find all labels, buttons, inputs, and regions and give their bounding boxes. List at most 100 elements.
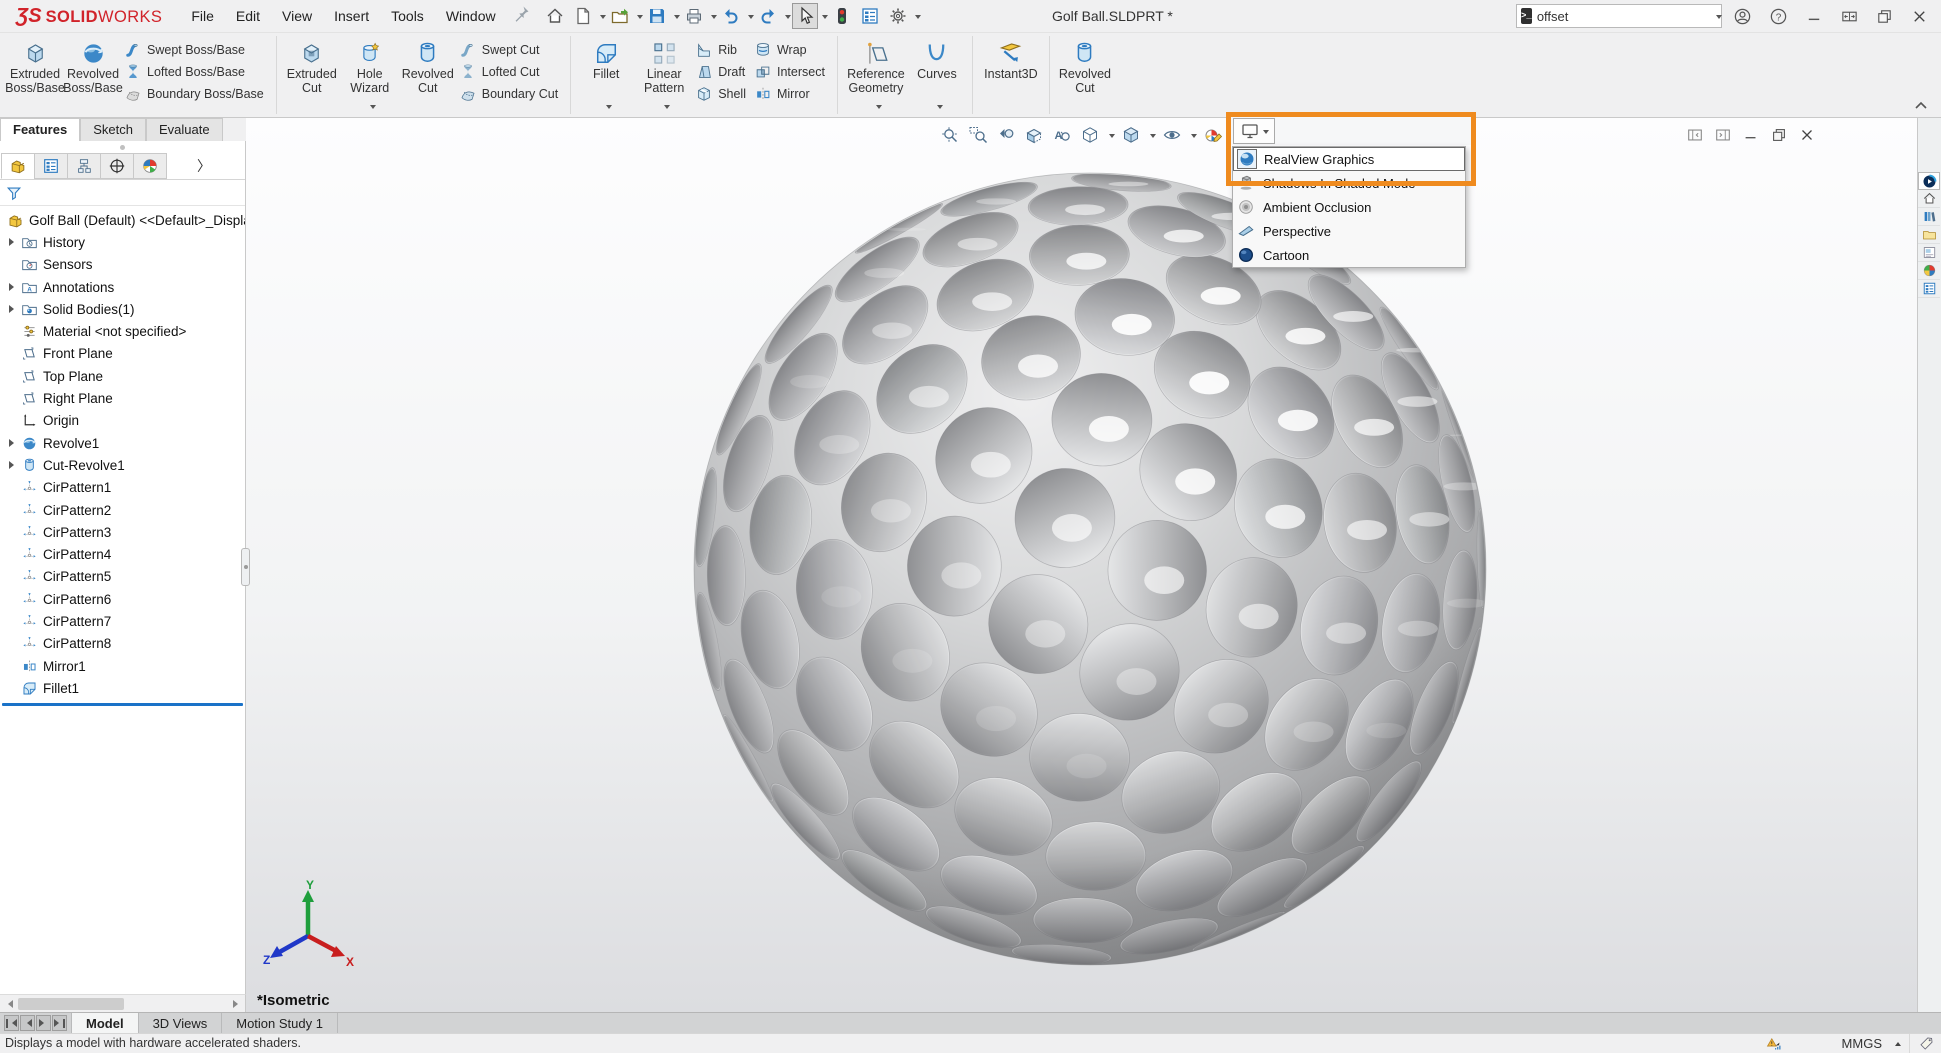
tab-motion-study-1[interactable]: Motion Study 1 xyxy=(222,1013,338,1033)
tree-item-history[interactable]: History xyxy=(0,231,245,253)
open-caret-icon[interactable] xyxy=(636,14,643,22)
restore-button[interactable] xyxy=(1872,4,1896,28)
tree-item-cirpattern8[interactable]: CirPattern8 xyxy=(0,633,245,655)
configuration-manager-tab[interactable] xyxy=(67,153,101,179)
tree-item-origin[interactable]: Origin xyxy=(0,410,245,432)
menu-item-cartoon[interactable]: Cartoon xyxy=(1233,243,1465,267)
options-button[interactable] xyxy=(885,3,911,29)
save-caret-icon[interactable] xyxy=(673,14,680,22)
menu-insert[interactable]: Insert xyxy=(323,1,380,31)
fillet-caret-icon[interactable] xyxy=(606,105,613,112)
dimxpert-manager-tab[interactable] xyxy=(100,153,134,179)
zoom-to-fit-button[interactable] xyxy=(938,123,962,147)
tree-item-front-plane[interactable]: Front Plane xyxy=(0,343,245,365)
undo-caret-icon[interactable] xyxy=(747,14,754,22)
pin-menu-icon[interactable] xyxy=(508,1,534,27)
units-selector[interactable]: MMGS xyxy=(1842,1036,1882,1051)
collapse-ribbon-chevron-icon[interactable] xyxy=(1913,99,1929,113)
collapse-left-pane-button[interactable] xyxy=(1683,124,1707,146)
scroll-left-icon[interactable] xyxy=(0,996,16,1012)
menu-window[interactable]: Window xyxy=(435,1,507,31)
revolved-boss-base-button[interactable]: Revolved Boss/Base xyxy=(63,37,123,115)
previous-view-button[interactable] xyxy=(994,123,1018,147)
menu-item-ambient-occlusion[interactable]: Ambient Occlusion xyxy=(1233,195,1465,219)
tree-item-solid-bodies[interactable]: Solid Bodies(1) xyxy=(0,298,245,320)
tree-item-sensors[interactable]: Sensors xyxy=(0,254,245,276)
select-caret-icon[interactable] xyxy=(821,14,828,22)
expand-manager-pane-icon[interactable]: 〉 xyxy=(194,153,214,179)
draft-button[interactable]: Draft xyxy=(693,61,752,83)
feature-manager-tab[interactable] xyxy=(1,153,35,179)
mirror-button[interactable]: Mirror xyxy=(752,83,831,105)
previous-study-button[interactable] xyxy=(20,1015,35,1031)
menu-item-perspective[interactable]: Perspective xyxy=(1233,219,1465,243)
display-manager-tab[interactable] xyxy=(133,153,167,179)
hole-wizard-button[interactable]: Hole Wizard xyxy=(341,37,399,115)
doc-close-button[interactable] xyxy=(1795,124,1819,146)
tree-item-cirpattern3[interactable]: CirPattern3 xyxy=(0,521,245,543)
file-explorer-button[interactable] xyxy=(1918,226,1940,244)
display-style-caret-icon[interactable] xyxy=(1150,133,1156,141)
search-box[interactable]: >_ xyxy=(1516,4,1722,28)
tab-model[interactable]: Model xyxy=(71,1013,139,1033)
tree-item-cirpattern1[interactable]: CirPattern1 xyxy=(0,477,245,499)
wrap-button[interactable]: Wrap xyxy=(752,39,831,61)
options-caret-icon[interactable] xyxy=(914,14,921,22)
view-settings-button[interactable] xyxy=(1233,118,1275,144)
hide-show-caret-icon[interactable] xyxy=(1191,133,1197,141)
tree-item-right-plane[interactable]: Right Plane xyxy=(0,387,245,409)
fillet-button[interactable]: Fillet xyxy=(577,37,635,115)
print-caret-icon[interactable] xyxy=(710,14,717,22)
panel-splitter-grip[interactable] xyxy=(241,548,250,586)
shell-button[interactable]: Shell xyxy=(693,83,752,105)
tree-item-revolve1[interactable]: Revolve1 xyxy=(0,432,245,454)
redo-caret-icon[interactable] xyxy=(784,14,791,22)
last-study-button[interactable] xyxy=(52,1015,67,1031)
task-pane-home-button[interactable] xyxy=(1918,190,1940,208)
swept-cut-button[interactable]: Swept Cut xyxy=(457,39,564,61)
redo-button[interactable] xyxy=(755,3,781,29)
property-manager-tab[interactable] xyxy=(34,153,68,179)
span-displays-button[interactable] xyxy=(1837,4,1861,28)
open-button[interactable] xyxy=(607,3,633,29)
tree-filter-row[interactable] xyxy=(0,180,245,206)
display-pane-button[interactable] xyxy=(857,3,883,29)
boundary-boss-base-button[interactable]: Boundary Boss/Base xyxy=(122,83,270,105)
menu-item-shadows-in-shaded-mode[interactable]: Shadows In Shaded Mode xyxy=(1233,171,1465,195)
doc-minimize-button[interactable] xyxy=(1739,124,1763,146)
zoom-to-area-button[interactable] xyxy=(966,123,990,147)
hide-show-items-button[interactable] xyxy=(1160,123,1184,147)
search-input[interactable] xyxy=(1536,8,1713,24)
panel-handle[interactable] xyxy=(110,145,136,150)
tab-features[interactable]: Features xyxy=(0,118,81,141)
close-button[interactable] xyxy=(1907,4,1931,28)
next-study-button[interactable] xyxy=(36,1015,51,1031)
view-palette-button[interactable] xyxy=(1918,244,1940,262)
extruded-cut-button[interactable]: Extruded Cut xyxy=(283,37,341,115)
linear-pattern-caret-icon[interactable] xyxy=(664,105,671,112)
extruded-boss-base-button[interactable]: Extruded Boss/Base xyxy=(5,37,65,115)
revolved-cut-button[interactable]: Revolved Cut xyxy=(399,37,457,115)
tree-item-top-plane[interactable]: Top Plane xyxy=(0,365,245,387)
tree-item-mirror1[interactable]: Mirror1 xyxy=(0,655,245,677)
expand-arrow-icon[interactable] xyxy=(5,439,21,448)
display-style-button[interactable] xyxy=(1119,123,1143,147)
tree-item-cirpattern5[interactable]: CirPattern5 xyxy=(0,566,245,588)
menu-tools[interactable]: Tools xyxy=(380,1,435,31)
menu-edit[interactable]: Edit xyxy=(225,1,271,31)
tree-item-cirpattern4[interactable]: CirPattern4 xyxy=(0,543,245,565)
doc-restore-button[interactable] xyxy=(1767,124,1791,146)
view-orientation-button[interactable] xyxy=(1078,123,1102,147)
tree-item-cirpattern7[interactable]: CirPattern7 xyxy=(0,610,245,632)
tab-evaluate[interactable]: Evaluate xyxy=(145,118,223,141)
performance-warning-icon[interactable] xyxy=(1765,1035,1782,1052)
rebuild-button[interactable] xyxy=(829,3,855,29)
print-button[interactable] xyxy=(681,3,707,29)
scrollbar-thumb[interactable] xyxy=(18,997,124,1010)
minimize-button[interactable] xyxy=(1802,4,1826,28)
lofted-cut-button[interactable]: Lofted Cut xyxy=(457,61,564,83)
expand-arrow-icon[interactable] xyxy=(5,238,21,247)
reference-geometry-caret-icon[interactable] xyxy=(875,105,882,112)
view-orientation-caret-icon[interactable] xyxy=(1109,133,1115,141)
new-caret-icon[interactable] xyxy=(599,14,606,22)
